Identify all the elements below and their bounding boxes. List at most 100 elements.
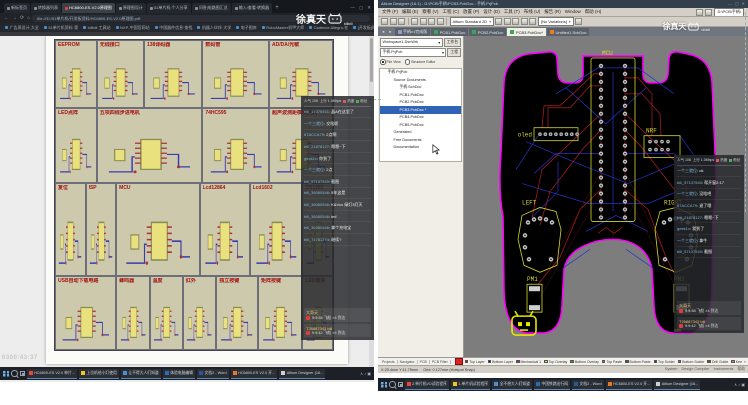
- status-panel-link[interactable]: Instruments: [714, 367, 734, 372]
- undo-icon[interactable]: [437, 18, 444, 25]
- system-tray[interactable]: ∧ ♪ ▣: [734, 382, 745, 387]
- view-mode-dropdown[interactable]: Altium Standard 2D▾: [450, 17, 494, 26]
- tree-item[interactable]: 手柄.PrjPcb: [380, 69, 461, 77]
- panel-tab[interactable]: PCB Filter: [430, 360, 451, 364]
- browser-tab[interactable]: 输入/查看·转换器: [232, 3, 272, 13]
- search-icon[interactable]: [389, 381, 396, 388]
- document-path-box[interactable]: D:\PCB\手柄\: [714, 8, 744, 17]
- window-control-button[interactable]: ▢: [735, 0, 739, 8]
- window-control-button[interactable]: —: [728, 0, 732, 8]
- taskbar-app-button[interactable]: 2.单片机I/O试验程序: [405, 380, 449, 390]
- variations-dropdown[interactable]: [No Variations]▾: [538, 17, 574, 26]
- task-view-icon[interactable]: [398, 382, 403, 387]
- new-tab-button[interactable]: +: [273, 3, 281, 13]
- window-control-button[interactable]: ✕: [742, 0, 745, 8]
- layer-tab[interactable]: Top Layer: [465, 360, 485, 364]
- nav-button[interactable]: ⌂: [27, 15, 30, 21]
- tree-item[interactable]: Generated: [380, 129, 461, 137]
- status-panel-link[interactable]: System: [665, 367, 678, 372]
- tree-item[interactable]: Documentation: [380, 144, 461, 152]
- browser-tab[interactable]: 原理图设计: [116, 3, 146, 13]
- layer-tab[interactable]: Top Overlay: [544, 360, 567, 364]
- paste-icon[interactable]: [428, 18, 435, 25]
- status-panel-link[interactable]: Design Compiler: [681, 367, 709, 372]
- taskbar-app-button[interactable]: 中国铁路出行网: [534, 380, 570, 390]
- layer-tab[interactable]: Top Solder: [654, 360, 675, 364]
- workspace-dropdown[interactable]: Workspace1.DsnWrk▾: [380, 38, 443, 47]
- document-tab[interactable]: PCB1.PcbDoc: [431, 28, 468, 36]
- menu-item[interactable]: 布线 (U): [524, 9, 541, 15]
- layer-tab[interactable]: Bottom Solder: [678, 360, 705, 364]
- document-tab[interactable]: PCB2.PcbDoc: [469, 28, 506, 36]
- project-button[interactable]: 工程: [447, 48, 461, 57]
- bookmark-item[interactable]: NXP-中国官网站: [116, 25, 150, 31]
- bookmark-item[interactable]: 中国器件信息·查找: [155, 25, 193, 31]
- start-button-icon[interactable]: [381, 382, 387, 388]
- layer-tab[interactable]: Drill Guide: [707, 360, 728, 364]
- layer-tab[interactable]: Bottom Overlay: [570, 360, 599, 364]
- bookmark-item[interactable]: 51单片机资料·第: [44, 25, 78, 31]
- menu-item[interactable]: 察看 (V): [422, 9, 438, 15]
- bookmark-item[interactable]: [开发板]科创选题: [353, 25, 374, 31]
- system-tray[interactable]: ∧ ♪ ▣: [360, 371, 371, 376]
- window-control-button[interactable]: ▢: [359, 3, 363, 13]
- tree-item[interactable]: PCB1.PcbDoc: [380, 91, 461, 99]
- tab-scroll-right-icon[interactable]: ▸: [387, 28, 393, 36]
- tree-item[interactable]: Free Documents: [380, 136, 461, 144]
- taskbar-app-button[interactable]: 文档2 - Word: [197, 369, 229, 379]
- taskbar-app-button[interactable]: HC6800-ES V2.0 单片...: [27, 369, 77, 379]
- taskbar-app-button[interactable]: HC6800-ES V2.0 开...: [231, 369, 278, 379]
- menu-item[interactable]: 文件 (F): [382, 9, 398, 15]
- bookmark-item[interactable]: bilibili 工具站: [83, 25, 110, 31]
- bookmark-item[interactable]: 广告屏设计-大全: [5, 25, 39, 31]
- taskbar-app-button[interactable]: HC6800-ES V2.0 开...: [606, 380, 653, 390]
- file-view-radio[interactable]: File View: [380, 59, 401, 65]
- panel-tab[interactable]: Navigator: [398, 360, 418, 364]
- status-panel-link[interactable]: 帮助: [737, 367, 745, 372]
- project-dropdown[interactable]: 手柄.PrjPcb▾: [380, 48, 446, 57]
- start-button-icon[interactable]: [3, 371, 9, 377]
- nav-button[interactable]: ←: [4, 15, 9, 21]
- browser-tab[interactable]: 问答|电路图汇总: [192, 3, 231, 13]
- browser-tab[interactable]: 新标签页: [4, 3, 30, 13]
- tree-item[interactable]: Source Documents: [380, 76, 461, 84]
- new-doc-icon[interactable]: [381, 18, 388, 25]
- tree-item[interactable]: PCB2.PcbDoc: [380, 99, 461, 107]
- menu-item[interactable]: 报告 (R): [544, 9, 561, 15]
- taskbar-app-button[interactable]: 体验电脑编辑: [163, 369, 195, 379]
- menu-item[interactable]: 设计 (D): [483, 9, 500, 15]
- task-view-icon[interactable]: [20, 371, 25, 376]
- taskbar-app-button[interactable]: Altium Designer (16...: [279, 369, 325, 379]
- cut-icon[interactable]: [411, 18, 418, 25]
- browser-tab[interactable]: 51单片机·个人分享: [147, 3, 191, 13]
- nav-button[interactable]: →: [12, 15, 17, 21]
- nav-icon[interactable]: [705, 9, 712, 16]
- nav-button[interactable]: ⟳: [20, 15, 24, 21]
- document-tab[interactable]: PCB3.PcbDoc*: [507, 28, 546, 36]
- layer-tab[interactable]: Mechanical 1: [516, 360, 541, 364]
- browser-tab[interactable]: HC6800-ES-V2.0原理图: [62, 3, 115, 13]
- menu-item[interactable]: 工具 (T): [504, 9, 520, 15]
- search-icon[interactable]: [11, 370, 18, 377]
- menu-item[interactable]: 编辑 (E): [402, 9, 418, 15]
- zoom-icon[interactable]: [495, 18, 502, 25]
- grid-icon[interactable]: [504, 18, 511, 25]
- taskbar-app-button[interactable]: 1.单片机试验程序: [451, 380, 490, 390]
- browser-tab[interactable]: 转换器列表: [31, 3, 61, 13]
- taskbar-app-button[interactable]: 文档2 - Word: [572, 380, 604, 390]
- layer-tab[interactable]: Keep-Out Layer: [731, 360, 741, 364]
- tree-item[interactable]: PCB4.PcbDoc: [380, 114, 461, 122]
- document-tab[interactable]: 手柄v1完成版: [395, 28, 431, 36]
- tab-scroll-left-icon[interactable]: ◂: [380, 28, 386, 36]
- window-control-button[interactable]: ✕: [367, 3, 371, 13]
- layer-tab[interactable]: Bottom Layer: [488, 360, 513, 364]
- taskbar-app-button[interactable]: 上位机给小灯使用: [79, 369, 119, 379]
- menu-item[interactable]: Window: [565, 9, 581, 15]
- taskbar-app-button[interactable]: Altium Designer (16...: [654, 380, 700, 390]
- copy-icon[interactable]: [420, 18, 427, 25]
- via-icon[interactable]: [521, 18, 528, 25]
- settings-icon[interactable]: [575, 18, 582, 25]
- menu-item[interactable]: 帮助 (H): [585, 9, 602, 15]
- save-icon[interactable]: [398, 18, 405, 25]
- menu-item[interactable]: 工程 (C): [443, 9, 460, 15]
